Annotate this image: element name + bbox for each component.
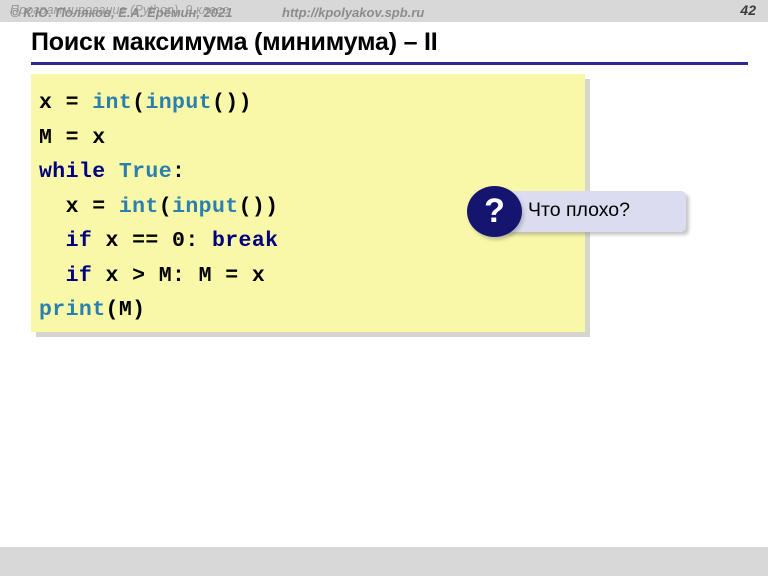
question-mark-icon: ? xyxy=(467,186,522,237)
code-line: x = int(input()) xyxy=(39,86,585,121)
code-token: input xyxy=(145,91,212,115)
footer-url[interactable]: http://kpolyakov.spb.ru xyxy=(282,5,424,20)
code-line: print(M) xyxy=(39,293,585,328)
code-token: (M) xyxy=(105,298,146,322)
code-token: int xyxy=(118,194,159,219)
code-token: int xyxy=(92,91,133,115)
code-token: ()) xyxy=(238,194,279,219)
code-token: break xyxy=(211,229,279,253)
slide-number: 42 xyxy=(740,2,756,18)
code-token: ()) xyxy=(211,91,252,115)
code-token: True xyxy=(118,160,173,184)
code-token: if xyxy=(65,229,93,253)
slide-footer-bar xyxy=(0,547,768,576)
code-token: x > M: M = x xyxy=(92,263,266,288)
code-token: input xyxy=(172,194,239,219)
question-mark-glyph: ? xyxy=(484,192,505,230)
callout-text: Что плохо? xyxy=(528,199,630,221)
code-line: if x > M: M = x xyxy=(39,259,585,294)
code-line: while True: xyxy=(39,155,585,190)
code-token: x == 0: xyxy=(92,229,212,253)
code-token: x = xyxy=(39,91,93,115)
code-line: M = x xyxy=(39,121,585,156)
footer-copyright: © К.Ю. Поляков, Е.А. Ерёмин, 2021 xyxy=(10,5,233,20)
code-token: ( xyxy=(132,91,146,115)
code-token: if xyxy=(65,263,93,288)
code-token: M = x xyxy=(39,125,106,150)
callout-bubble: Что плохо? xyxy=(494,191,686,232)
code-token: ( xyxy=(158,194,173,219)
code-token: print xyxy=(39,298,106,322)
page-title: Поиск максимума (минимума) – II xyxy=(31,28,438,56)
title-underline-rule xyxy=(31,62,748,65)
code-token: : xyxy=(172,160,186,184)
code-token: while xyxy=(39,160,119,184)
code-token: x = xyxy=(39,194,119,219)
